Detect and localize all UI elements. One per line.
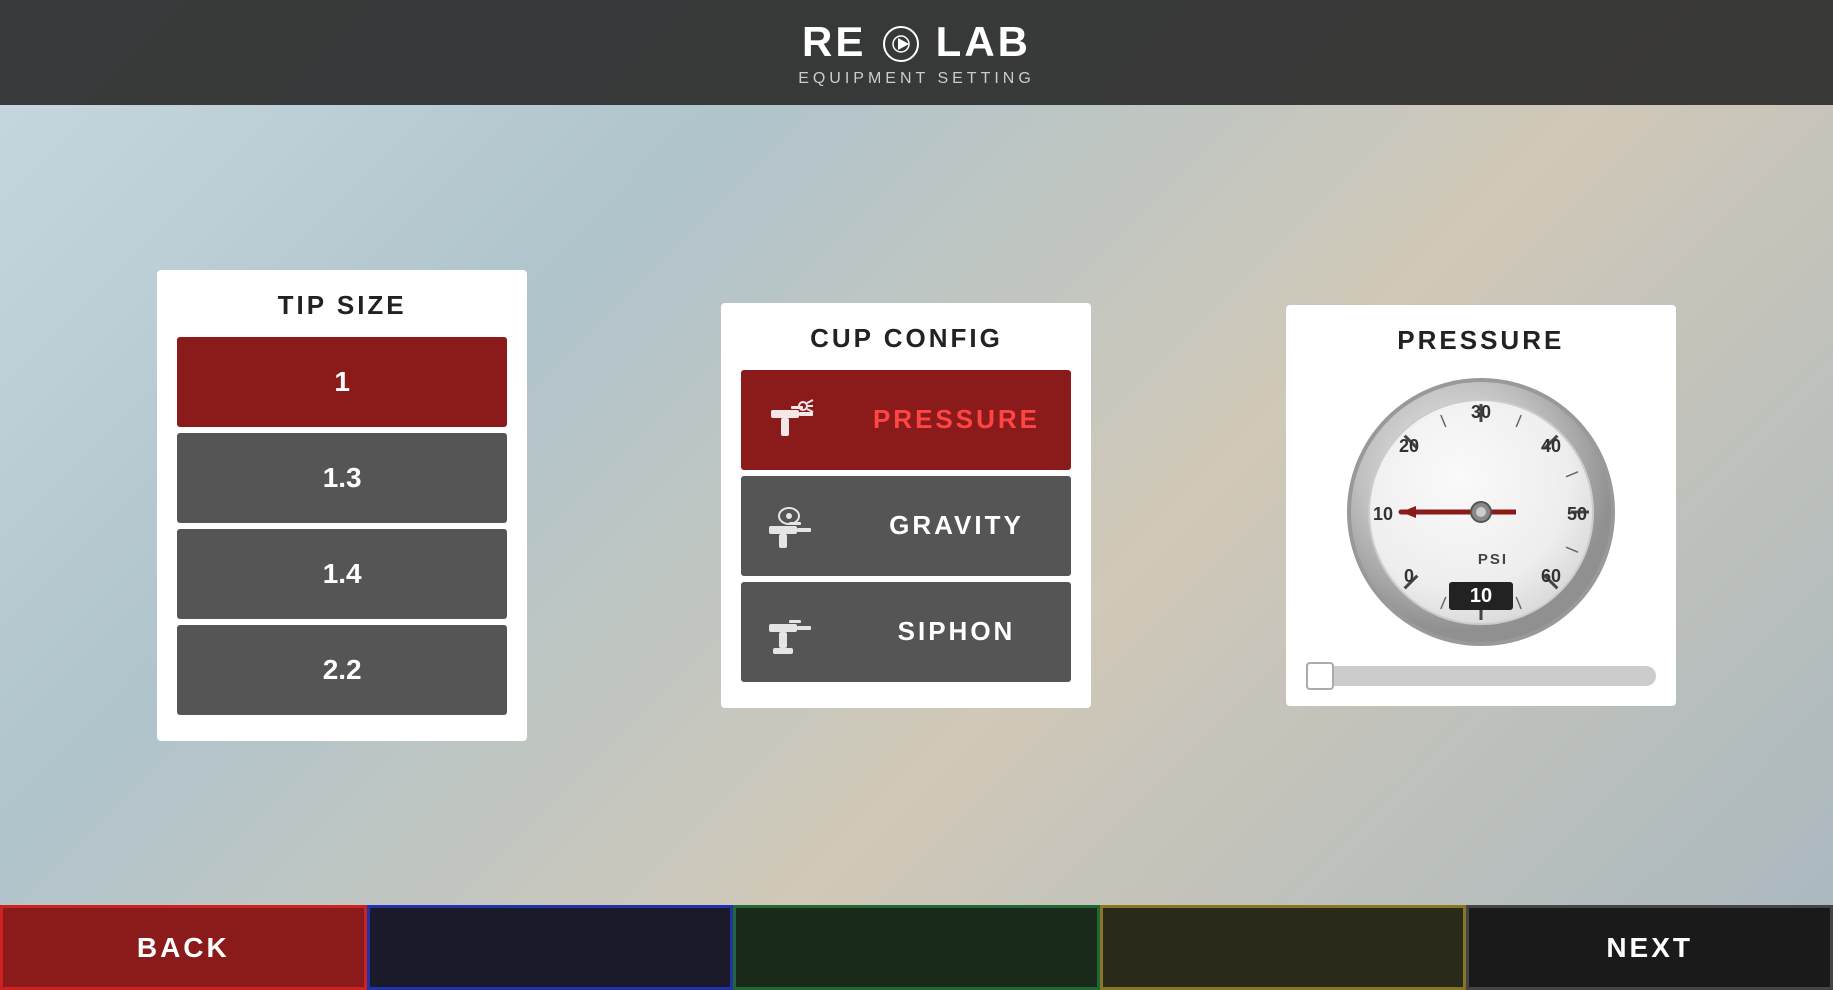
tip-size-title: TIP SIZE xyxy=(177,290,507,321)
logo: RE LAB xyxy=(802,18,1031,66)
gravity-icon-area xyxy=(741,476,841,576)
logo-text: RE LAB xyxy=(802,18,1031,66)
gauge-value-text: 10 xyxy=(1470,585,1492,607)
cup-pressure-label: PRESSURE xyxy=(841,404,1071,435)
gauge-label-40: 40 xyxy=(1541,436,1561,456)
main-content: TIP SIZE 1 1.3 1.4 2.2 CUP CONFIG xyxy=(0,105,1833,905)
gauge-label-20: 20 xyxy=(1399,436,1419,456)
pressure-panel: PRESSURE xyxy=(1286,305,1676,706)
cup-gravity-label: GRAVITY xyxy=(841,510,1071,541)
gauge-label-50: 50 xyxy=(1567,504,1587,524)
pressure-icon-area xyxy=(741,370,841,470)
gauge-label-30: 30 xyxy=(1471,402,1491,422)
tip-option-2-2[interactable]: 2.2 xyxy=(177,625,507,715)
cup-config-title: CUP CONFIG xyxy=(741,323,1071,354)
slider-track[interactable] xyxy=(1306,666,1656,686)
cup-siphon-label: SIPHON xyxy=(841,616,1071,647)
gravity-gun-icon xyxy=(761,496,821,556)
pressure-gun-icon xyxy=(761,390,821,450)
pressure-slider-container xyxy=(1306,666,1656,686)
cup-option-gravity[interactable]: GRAVITY xyxy=(741,476,1071,576)
gauge-label-0: 0 xyxy=(1404,566,1414,586)
slot2-button[interactable] xyxy=(733,905,1100,990)
logo-play-icon xyxy=(883,26,919,62)
pressure-gauge: 0 10 20 30 40 50 60 PSI xyxy=(1341,372,1621,652)
header: RE LAB EQUIPMENT SETTING xyxy=(0,0,1833,105)
page-subtitle: EQUIPMENT SETTING xyxy=(798,70,1035,88)
slider-thumb[interactable] xyxy=(1306,662,1334,690)
siphon-icon-area xyxy=(741,582,841,682)
slot1-button[interactable] xyxy=(367,905,734,990)
gauge-label-60: 60 xyxy=(1541,566,1561,586)
siphon-gun-icon xyxy=(761,602,821,662)
next-button[interactable]: NEXT xyxy=(1466,905,1833,990)
slot3-button[interactable] xyxy=(1100,905,1467,990)
cup-option-pressure[interactable]: PRESSURE xyxy=(741,370,1071,470)
tip-option-1[interactable]: 1 xyxy=(177,337,507,427)
cup-config-panel: CUP CONFIG PRE xyxy=(721,303,1091,708)
bottom-bar: BACK NEXT xyxy=(0,905,1833,990)
tip-option-1-3[interactable]: 1.3 xyxy=(177,433,507,523)
tip-option-1-4[interactable]: 1.4 xyxy=(177,529,507,619)
pressure-title: PRESSURE xyxy=(1397,325,1564,356)
tip-size-panel: TIP SIZE 1 1.3 1.4 2.2 xyxy=(157,270,527,741)
gauge-label-10: 10 xyxy=(1373,504,1393,524)
gauge-svg: 0 10 20 30 40 50 60 PSI xyxy=(1341,372,1621,652)
cup-option-siphon[interactable]: SIPHON xyxy=(741,582,1071,682)
back-button[interactable]: BACK xyxy=(0,905,367,990)
gauge-psi-text: PSI xyxy=(1478,551,1508,568)
